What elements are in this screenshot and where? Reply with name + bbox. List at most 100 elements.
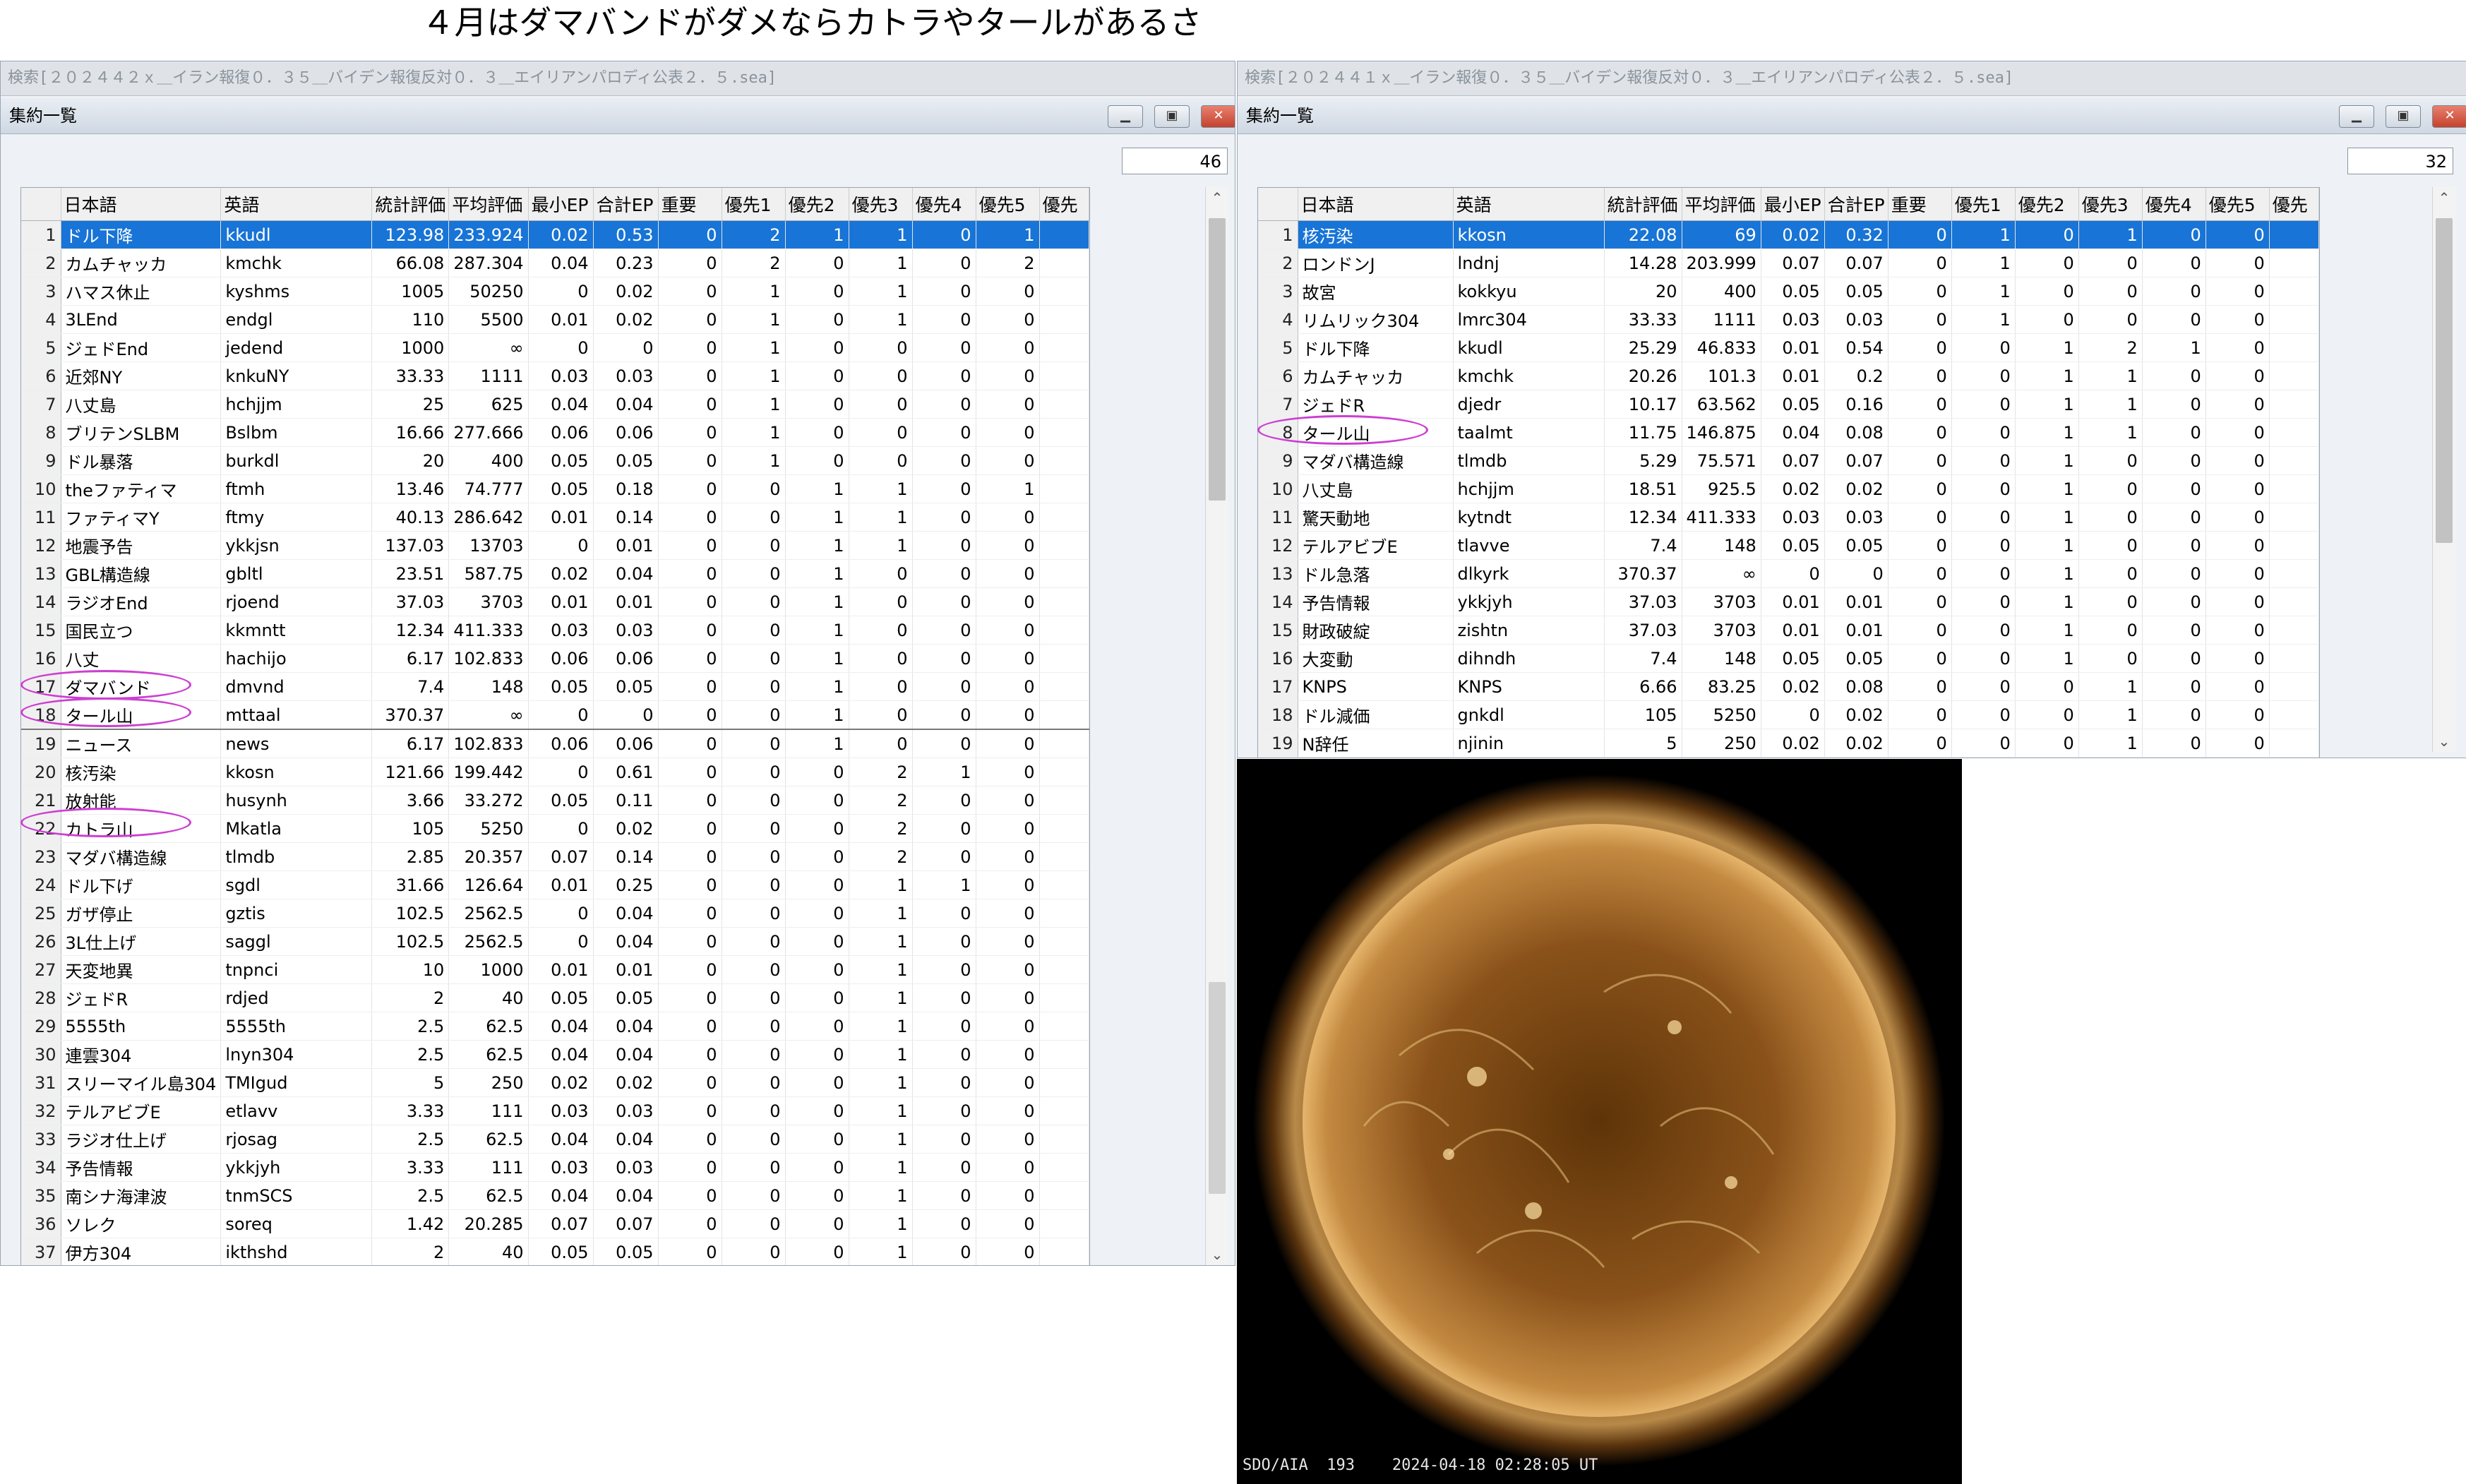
column-header[interactable]: 重要 (1888, 188, 1952, 221)
column-header[interactable]: 英語 (1453, 188, 1605, 221)
table-row[interactable]: 3 ハマス休止 kyshms 1005 50250 0 0.02 0 1 0 1 0 0 (21, 277, 1089, 306)
table-row[interactable]: 35 南シナ海津波 tnmSCS 2.5 62.5 0.04 0.04 0 0 0 1 0 0 (21, 1181, 1089, 1210)
table-row[interactable]: 19 ニュース news 6.17 102.833 0.06 0.06 0 0 1 0 0 0 (21, 729, 1089, 758)
maximize-button[interactable]: ▣ (1154, 105, 1190, 128)
table-row[interactable]: 27 天変地異 tnpnci 10 1000 0.01 0.01 0 0 0 1 0 0 (21, 955, 1089, 984)
table-row[interactable]: 16 八丈 hachijo 6.17 102.833 0.06 0.06 0 0 1 0 0 0 (21, 644, 1089, 673)
left-scroll-thumb-lower[interactable] (1209, 982, 1226, 1194)
table-row[interactable]: 14 ラジオEnd rjoend 37.03 3703 0.01 0.01 0 0 1 0 0 0 (21, 587, 1089, 616)
table-row[interactable]: 21 放射能 husynh 3.66 33.272 0.05 0.11 0 0 0 2 0 0 (21, 786, 1089, 815)
table-row[interactable]: 8 ブリテンSLBM Bslbm 16.66 277.666 0.06 0.06 0 1 0 0 0 0 (21, 418, 1089, 447)
table-row[interactable]: 2 ロンドンJ lndnj 14.28 203.999 0.07 0.07 0 1 0 0 0 0 (1258, 249, 2319, 277)
scroll-down-icon[interactable]: ⌄ (1206, 1244, 1228, 1265)
column-header[interactable]: 優先1 (722, 188, 786, 221)
table-row[interactable]: 34 予告情報 ykkjyh 3.33 111 0.03 0.03 0 0 0 1 0 0 (21, 1153, 1089, 1182)
right-scroll-thumb[interactable] (2436, 218, 2453, 543)
table-row[interactable]: 20 核汚染 kkosn 121.66 199.442 0 0.61 0 0 0 2 1 0 (21, 758, 1089, 786)
cell-value: 0 (912, 333, 976, 362)
column-header[interactable]: 優先3 (2078, 188, 2143, 221)
table-row[interactable]: 10 八丈島 hchjjm 18.51 925.5 0.02 0.02 0 0 1 0 0 0 (1258, 474, 2319, 503)
table-row[interactable]: 6 近郊NY knkuNY 33.33 1111 0.03 0.03 0 1 0 0 0 0 (21, 361, 1089, 390)
column-header[interactable]: 統計評価 (1604, 188, 1682, 221)
table-row[interactable]: 7 八丈島 hchjjm 25 625 0.04 0.04 0 1 0 0 0 0 (21, 390, 1089, 419)
scroll-up-icon[interactable]: ⌃ (2433, 187, 2455, 208)
table-row[interactable]: 12 テルアビブE tlavve 7.4 148 0.05 0.05 0 0 1 0 0 0 (1258, 531, 2319, 560)
column-header[interactable]: 優先4 (912, 188, 976, 221)
table-row[interactable]: 2 カムチャッカ kmchk 66.08 287.304 0.04 0.23 0 2 0 1 0 2 (21, 249, 1089, 277)
left-scrollbar[interactable]: ⌃ ⌄ (1205, 187, 1228, 1265)
table-row[interactable]: 14 予告情報 ykkjyh 37.03 3703 0.01 0.01 0 0 1 0 0 0 (1258, 587, 2319, 616)
table-row[interactable]: 15 国民立つ kkmntt 12.34 411.333 0.03 0.03 0 0 1 0 0 0 (21, 616, 1089, 645)
column-header[interactable]: 平均評価 (448, 188, 529, 221)
table-row[interactable]: 12 地震予告 ykkjsn 137.03 13703 0 0.01 0 0 1 1 0 0 (21, 531, 1089, 560)
column-header[interactable]: 最小EP (528, 188, 594, 221)
table-row[interactable]: 9 マダバ構造線 tlmdb 5.29 75.571 0.07 0.07 0 0 1 0 0 0 (1258, 446, 2319, 475)
table-row[interactable]: 26 3L仕上げ saggl 102.5 2562.5 0 0.04 0 0 0 1 0 0 (21, 927, 1089, 956)
right-count-field[interactable]: 32 (2347, 148, 2453, 174)
column-header[interactable]: 重要 (658, 188, 722, 221)
table-row[interactable]: 1 核汚染 kkosn 22.08 69 0.02 0.32 0 1 0 1 0 0 (1258, 220, 2319, 249)
table-row[interactable]: 5 ジェドEnd jedend 1000 ∞ 0 0 0 1 0 0 0 0 (21, 333, 1089, 362)
column-header[interactable]: 優先 (1039, 188, 1089, 221)
table-row[interactable]: 1 ドル下降 kkudl 123.98 233.924 0.02 0.53 0 2 1 1 0 1 (21, 220, 1089, 249)
column-header[interactable]: 優先 (2269, 188, 2319, 221)
table-row[interactable]: 8 タール山 taalmt 11.75 146.875 0.04 0.08 0 0 1 1 0 0 (1258, 418, 2319, 447)
maximize-button[interactable]: ▣ (2386, 105, 2421, 128)
column-header[interactable]: 優先2 (785, 188, 849, 221)
left-count-field[interactable]: 46 (1122, 148, 1228, 174)
close-button[interactable]: ✕ (1201, 105, 1235, 128)
table-row[interactable]: 6 カムチャッカ kmchk 20.26 101.3 0.01 0.2 0 0 1 1 0 0 (1258, 361, 2319, 390)
table-row[interactable]: 17 ダマバンド dmvnd 7.4 148 0.05 0.05 0 0 1 0 0 0 (21, 672, 1089, 701)
column-header[interactable]: 日本語 (61, 188, 222, 221)
table-row[interactable]: 13 ドル急落 dlkyrk 370.37 ∞ 0 0 0 0 1 0 0 0 (1258, 559, 2319, 588)
column-header[interactable]: 合計EP (1824, 188, 1889, 221)
table-row[interactable]: 19 N辞任 njinin 5 250 0.02 0.02 0 0 0 1 0 0 (1258, 729, 2319, 758)
table-row[interactable]: 16 大変動 dihndh 7.4 148 0.05 0.05 0 0 1 0 0 0 (1258, 644, 2319, 673)
table-row[interactable]: 11 ファティマY ftmy 40.13 286.642 0.01 0.14 0 0 1 1 0 0 (21, 503, 1089, 532)
column-header[interactable]: 優先1 (1951, 188, 2016, 221)
column-header[interactable]: 英語 (220, 188, 373, 221)
table-row[interactable]: 7 ジェドR djedr 10.17 63.562 0.05 0.16 0 0 1 1 0 0 (1258, 390, 2319, 419)
table-row[interactable]: 29 5555th 5555th 2.5 62.5 0.04 0.04 0 0 0 1 0 0 (21, 1012, 1089, 1041)
table-row[interactable]: 17 KNPS KNPS 6.66 83.25 0.02 0.08 0 0 0 1 0 0 (1258, 672, 2319, 701)
table-row[interactable]: 30 連雲304 lnyn304 2.5 62.5 0.04 0.04 0 0 0 1 0 0 (21, 1040, 1089, 1069)
table-row[interactable]: 22 カトラ山 Mkatla 105 5250 0 0.02 0 0 0 2 0 0 (21, 814, 1089, 843)
table-row[interactable]: 4 3LEnd endgl 110 5500 0.01 0.02 0 1 0 1 0 0 (21, 305, 1089, 334)
table-row[interactable]: 15 財政破綻 zishtn 37.03 3703 0.01 0.01 0 0 1 0 0 0 (1258, 616, 2319, 645)
column-header[interactable]: 最小EP (1761, 188, 1825, 221)
minimize-button[interactable]: ▁ (1108, 105, 1143, 128)
table-row[interactable]: 36 ソレク soreq 1.42 20.285 0.07 0.07 0 0 0 1 0 0 (21, 1209, 1089, 1238)
table-row[interactable]: 23 マダバ構造線 tlmdb 2.85 20.357 0.07 0.14 0 0 0 2 0 0 (21, 842, 1089, 871)
left-scroll-thumb[interactable] (1209, 218, 1226, 501)
column-header[interactable]: 日本語 (1298, 188, 1454, 221)
table-row[interactable]: 4 リムリック304 lmrc304 33.33 1111 0.03 0.03 0 1 0 0 0 0 (1258, 305, 2319, 334)
column-header[interactable]: 統計評価 (371, 188, 450, 221)
column-header[interactable]: 優先5 (2205, 188, 2270, 221)
column-header[interactable]: 優先3 (849, 188, 913, 221)
table-row[interactable]: 24 ドル下げ sgdl 31.66 126.64 0.01 0.25 0 0 0 1 1 0 (21, 870, 1089, 899)
column-header[interactable]: 合計EP (593, 188, 659, 221)
table-row[interactable]: 9 ドル暴落 burkdl 20 400 0.05 0.05 0 1 0 0 0 0 (21, 446, 1089, 475)
table-row[interactable]: 3 故宮 kokkyu 20 400 0.05 0.05 0 1 0 0 0 0 (1258, 277, 2319, 306)
table-row[interactable]: 37 伊方304 ikthshd 2 40 0.05 0.05 0 0 0 1 0 0 (21, 1238, 1089, 1265)
scroll-down-icon[interactable]: ⌄ (2433, 731, 2455, 752)
table-row[interactable]: 11 驚天動地 kytndt 12.34 411.333 0.03 0.03 0 0 1 0 0 0 (1258, 503, 2319, 532)
scroll-up-icon[interactable]: ⌃ (1206, 187, 1228, 208)
minimize-button[interactable]: ▁ (2339, 105, 2374, 128)
table-row[interactable]: 13 GBL構造線 gbltl 23.51 587.75 0.02 0.04 0 0 1 0 0 0 (21, 559, 1089, 588)
table-row[interactable]: 18 ドル減価 gnkdl 105 5250 0 0.02 0 0 0 1 0 0 (1258, 700, 2319, 729)
close-button[interactable]: ✕ (2432, 105, 2466, 128)
right-scrollbar[interactable]: ⌃ ⌄ (2432, 187, 2455, 752)
table-row[interactable]: 31 スリーマイル島304 TMIgud 5 250 0.02 0.02 0 0 0 1 0 0 (21, 1068, 1089, 1097)
table-row[interactable]: 5 ドル下降 kkudl 25.29 46.833 0.01 0.54 0 0 1 2 1 0 (1258, 333, 2319, 362)
table-row[interactable]: 10 theファティマ ftmh 13.46 74.777 0.05 0.18 0 0 1 1 0 1 (21, 474, 1089, 503)
table-row[interactable]: 32 テルアビブE etlavv 3.33 111 0.03 0.03 0 0 0 1 0 0 (21, 1096, 1089, 1125)
table-row[interactable]: 18 タール山 mttaal 370.37 ∞ 0 0 0 0 1 0 0 0 (21, 700, 1089, 730)
column-header[interactable]: 優先5 (976, 188, 1040, 221)
table-row[interactable]: 28 ジェドR rdjed 2 40 0.05 0.05 0 0 0 1 0 0 (21, 983, 1089, 1012)
column-header[interactable]: 優先4 (2142, 188, 2206, 221)
table-row[interactable]: 25 ガザ停止 gztis 102.5 2562.5 0 0.04 0 0 0 1 0 0 (21, 899, 1089, 928)
table-row[interactable]: 33 ラジオ仕上げ rjosag 2.5 62.5 0.04 0.04 0 0 0 1 0 0 (21, 1125, 1089, 1154)
column-header[interactable]: 平均評価 (1682, 188, 1761, 221)
column-header[interactable]: 優先2 (2015, 188, 2079, 221)
